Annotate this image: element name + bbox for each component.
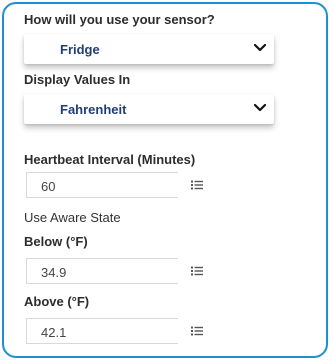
usage-select[interactable]: Fridge: [24, 34, 274, 64]
above-value: 42.1: [41, 325, 67, 340]
below-value: 34.9: [41, 265, 67, 280]
display-selected-value: Fahrenheit: [60, 102, 127, 117]
usage-selected-value: Fridge: [60, 42, 100, 57]
heartbeat-input[interactable]: 60: [26, 172, 178, 198]
heartbeat-label: Heartbeat Interval (Minutes): [24, 152, 196, 167]
above-label: Above (°F): [24, 294, 90, 309]
below-list-button[interactable]: [180, 258, 214, 284]
usage-label: How will you use your sensor?: [24, 12, 215, 27]
list-icon: [191, 326, 203, 336]
heartbeat-value: 60: [41, 179, 56, 194]
settings-panel: How will you use your sensor? Fridge Dis…: [2, 2, 328, 358]
below-label: Below (°F): [24, 234, 88, 249]
chevron-down-icon: [254, 43, 266, 52]
above-list-button[interactable]: [180, 318, 214, 344]
display-label: Display Values In: [24, 72, 131, 87]
aware-state-label: Use Aware State: [24, 210, 121, 225]
above-input[interactable]: 42.1: [26, 318, 178, 344]
display-select[interactable]: Fahrenheit: [24, 94, 274, 124]
list-icon: [191, 180, 203, 190]
heartbeat-list-button[interactable]: [180, 172, 214, 198]
below-input[interactable]: 34.9: [26, 258, 178, 284]
chevron-down-icon: [254, 103, 266, 112]
list-icon: [191, 266, 203, 276]
